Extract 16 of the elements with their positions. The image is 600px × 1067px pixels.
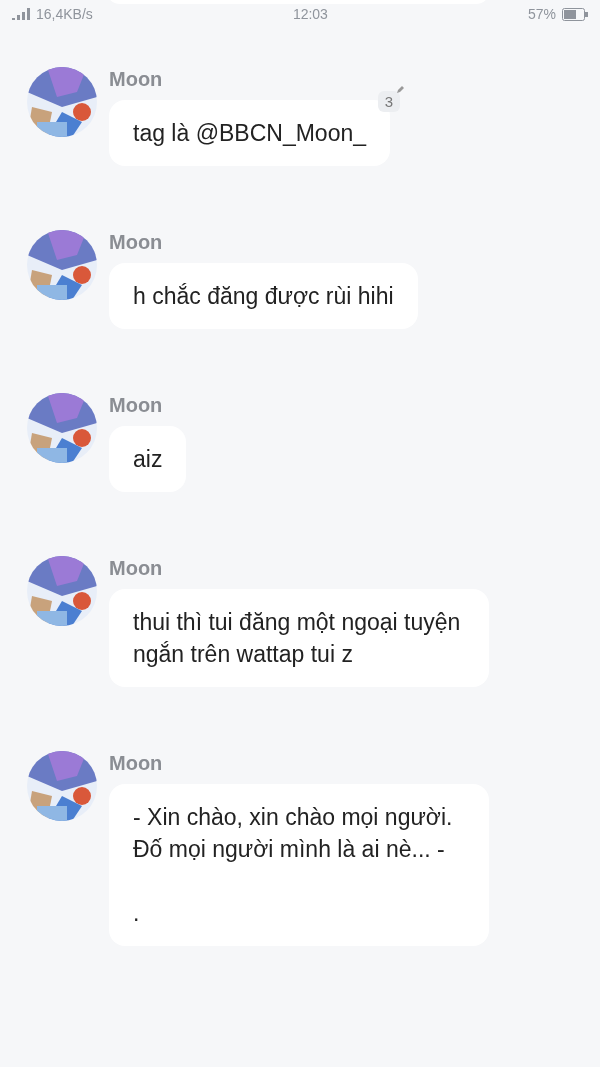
network-speed: 16,4KB/s — [36, 6, 93, 22]
pencil-icon — [396, 86, 405, 94]
sender-name: Moon — [109, 393, 164, 417]
message-bubble: thui thì tui đăng một ngoại tuyện ngắn trên wattap tui z — [109, 589, 489, 687]
message-bubble: aiz — [109, 426, 187, 492]
sender-name: Moon — [109, 556, 164, 580]
sender-name: Moon — [109, 67, 164, 91]
clock-time: 12:03 — [292, 6, 328, 22]
reaction-count[interactable]: 3 — [377, 91, 401, 112]
battery-level: 57% — [527, 6, 556, 22]
battery-icon — [562, 7, 588, 21]
message-bubble: - Xin chào, xin chào mọi người. Đố mọi người mình là ai nè... - . — [109, 784, 489, 946]
sender-name: Moon — [109, 230, 164, 254]
signal-icon — [12, 8, 30, 20]
message-bubble: h chắc đăng được rùi hihi — [109, 263, 418, 329]
sender-name: Moon — [109, 751, 164, 775]
